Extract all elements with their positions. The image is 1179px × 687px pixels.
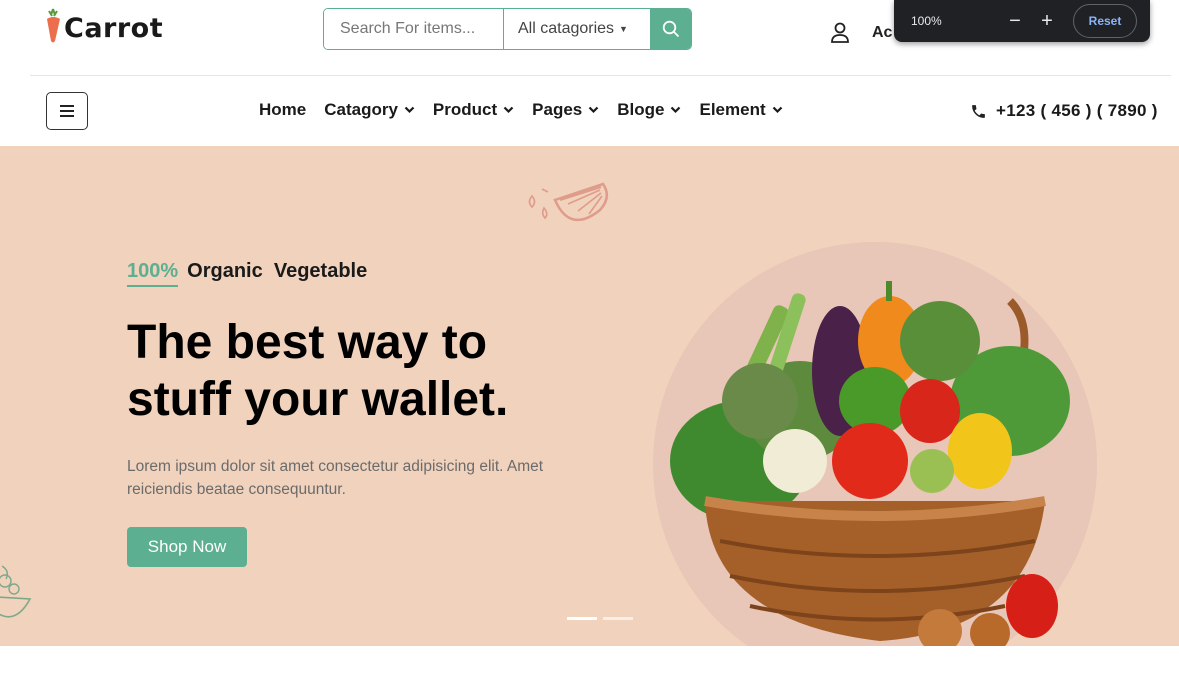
nav-item-home[interactable]: Home (259, 100, 306, 120)
nav-links: Home Catagory Product Pages Bloge Element (259, 100, 801, 120)
chevron-down-icon (772, 106, 782, 114)
shop-now-button[interactable]: Shop Now (127, 527, 247, 567)
slider-dot-2[interactable] (603, 617, 633, 620)
hero-subtitle-text: Organic Vegetable (187, 260, 368, 282)
category-select-value: All catagories (518, 20, 615, 37)
hero-subtitle: 100% Organic Vegetable (127, 260, 367, 287)
category-select[interactable]: All catagories ▼ (503, 9, 650, 49)
lemon-illustration (528, 182, 609, 222)
chevron-down-icon (404, 106, 415, 114)
nav-item-label: Element (699, 100, 766, 119)
menu-icon (60, 105, 74, 117)
nav-item-label: Product (432, 100, 498, 119)
chevron-down-icon (588, 106, 599, 114)
nav-item-label: Bloge (617, 100, 665, 119)
slider-dots (567, 617, 639, 620)
nav-item-label: Pages (532, 100, 583, 119)
hero-title: The best way to stuff your wallet. (127, 316, 509, 426)
nav-item-product[interactable]: Product (433, 100, 514, 120)
carrot-icon (45, 8, 62, 49)
phone-contact[interactable]: +123 ( 456 ) ( 7890 ) (970, 101, 1158, 121)
main-nav: Home Catagory Product Pages Bloge Element +12… (0, 76, 1179, 146)
header-top: Carrot All catagories ▼ Ac t 100% − + Re… (0, 0, 1179, 75)
phone-number: +123 ( 456 ) ( 7890 ) (996, 101, 1158, 120)
browser-zoom-popup: 100% − + Reset (894, 0, 1150, 42)
hero-description: Lorem ipsum dolor sit amet consectetur a… (127, 458, 544, 498)
account-label: Ac (872, 24, 893, 41)
nav-item-bloge[interactable]: Bloge (617, 100, 681, 120)
chevron-down-icon (671, 106, 681, 114)
vegetable-basket-image (670, 281, 1070, 646)
caret-down-icon: ▼ (619, 24, 628, 34)
nav-item-pages[interactable]: Pages (532, 100, 599, 120)
search-button[interactable] (650, 9, 691, 49)
slider-dot-1[interactable] (567, 617, 597, 620)
zoom-reset-button[interactable]: Reset (1073, 4, 1137, 38)
phone-icon (972, 104, 985, 118)
brand-name: Carrot (64, 13, 164, 44)
hero-slider: 100% Organic Vegetable The best way to s… (0, 146, 1179, 646)
zoom-in-button[interactable]: + (1031, 11, 1063, 31)
zoom-out-button[interactable]: − (999, 11, 1031, 31)
nav-item-catagory[interactable]: Catagory (324, 100, 415, 120)
hero-percent: 100% (127, 260, 179, 287)
search-bar: All catagories ▼ (323, 8, 692, 50)
menu-button[interactable] (46, 92, 88, 130)
chevron-down-icon (503, 106, 514, 114)
account-link[interactable]: Ac (830, 22, 892, 44)
user-icon (831, 22, 849, 43)
bowl-illustration (0, 565, 32, 618)
zoom-level: 100% (911, 14, 942, 28)
nav-item-element[interactable]: Element (699, 100, 782, 120)
search-input[interactable] (324, 9, 503, 49)
nav-item-label: Catagory (324, 100, 398, 119)
logo[interactable]: Carrot (45, 8, 163, 49)
search-icon (662, 20, 679, 38)
nav-item-label: Home (259, 100, 307, 119)
